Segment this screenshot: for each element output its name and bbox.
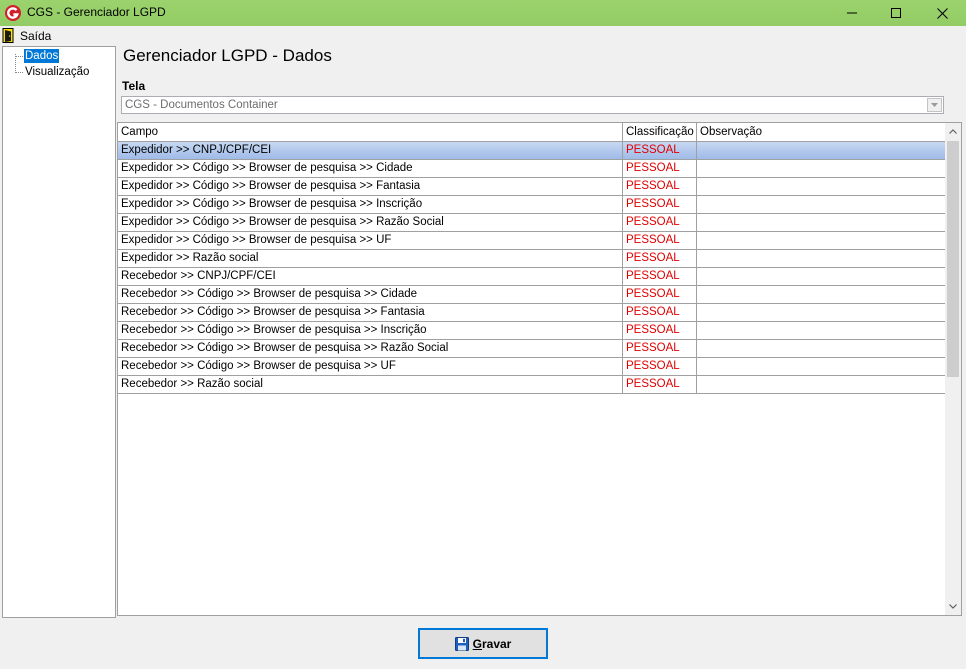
- chevron-down-icon: [931, 103, 938, 107]
- cell-campo[interactable]: Recebedor >> CNPJ/CPF/CEI: [118, 268, 623, 285]
- exit-door-icon: [2, 28, 14, 43]
- page-title: Gerenciador LGPD - Dados: [123, 46, 332, 65]
- app-logo-icon: [5, 5, 21, 21]
- chevron-up-icon: [949, 129, 957, 134]
- table-row[interactable]: Recebedor >> Razão social PESSOAL: [118, 376, 946, 394]
- table-row[interactable]: Expedidor >> Código >> Browser de pesqui…: [118, 214, 946, 232]
- cell-observacao[interactable]: [697, 358, 946, 375]
- window-title: CGS - Gerenciador LGPD: [27, 5, 166, 19]
- scroll-down-button[interactable]: [945, 598, 961, 615]
- cell-observacao[interactable]: [697, 304, 946, 321]
- table-row[interactable]: Recebedor >> Código >> Browser de pesqui…: [118, 304, 946, 322]
- table-row[interactable]: Expedidor >> Código >> Browser de pesqui…: [118, 232, 946, 250]
- cell-observacao[interactable]: [697, 178, 946, 195]
- cell-classificacao[interactable]: PESSOAL: [623, 214, 697, 231]
- table-row[interactable]: Recebedor >> Código >> Browser de pesqui…: [118, 286, 946, 304]
- cell-campo[interactable]: Recebedor >> Código >> Browser de pesqui…: [118, 340, 623, 357]
- tela-select-dropdown-button[interactable]: [927, 98, 942, 112]
- cell-classificacao[interactable]: PESSOAL: [623, 160, 697, 177]
- title-bar[interactable]: CGS - Gerenciador LGPD: [0, 0, 966, 26]
- tree-connector: [15, 56, 23, 57]
- cell-observacao[interactable]: [697, 142, 946, 159]
- table-row[interactable]: Expedidor >> Código >> Browser de pesqui…: [118, 196, 946, 214]
- cell-observacao[interactable]: [697, 232, 946, 249]
- table-row[interactable]: Expedidor >> CNPJ/CPF/CEI PESSOAL: [118, 142, 946, 160]
- cell-campo[interactable]: Expedidor >> CNPJ/CPF/CEI: [118, 142, 623, 159]
- cell-classificacao[interactable]: PESSOAL: [623, 286, 697, 303]
- column-header-classificacao[interactable]: Classificação: [623, 123, 697, 141]
- cell-campo[interactable]: Recebedor >> Código >> Browser de pesqui…: [118, 358, 623, 375]
- cell-observacao[interactable]: [697, 340, 946, 357]
- scroll-up-button[interactable]: [945, 123, 961, 140]
- column-header-observacao[interactable]: Observação: [697, 123, 946, 141]
- table-row[interactable]: Recebedor >> Código >> Browser de pesqui…: [118, 322, 946, 340]
- table-row[interactable]: Expedidor >> Código >> Browser de pesqui…: [118, 160, 946, 178]
- column-header-campo[interactable]: Campo: [118, 123, 623, 141]
- cell-classificacao[interactable]: PESSOAL: [623, 250, 697, 267]
- data-grid[interactable]: Campo Classificação Observação Expedidor…: [117, 122, 962, 616]
- maximize-button[interactable]: [873, 0, 919, 26]
- grid-header: Campo Classificação Observação: [118, 123, 946, 142]
- tree-item-dados[interactable]: Dados: [22, 48, 61, 64]
- maximize-icon: [891, 8, 901, 18]
- cell-campo[interactable]: Expedidor >> Código >> Browser de pesqui…: [118, 160, 623, 177]
- table-row[interactable]: Expedidor >> Razão social PESSOAL: [118, 250, 946, 268]
- gravar-button[interactable]: Gravar: [418, 628, 548, 659]
- menu-item-saida[interactable]: Saída: [2, 27, 51, 44]
- cell-classificacao[interactable]: PESSOAL: [623, 358, 697, 375]
- cell-observacao[interactable]: [697, 196, 946, 213]
- cell-classificacao[interactable]: PESSOAL: [623, 340, 697, 357]
- cell-observacao[interactable]: [697, 160, 946, 177]
- cell-campo[interactable]: Expedidor >> Código >> Browser de pesqui…: [118, 232, 623, 249]
- cell-observacao[interactable]: [697, 322, 946, 339]
- table-row[interactable]: Recebedor >> Código >> Browser de pesqui…: [118, 340, 946, 358]
- scroll-thumb[interactable]: [947, 141, 959, 377]
- cell-classificacao[interactable]: PESSOAL: [623, 232, 697, 249]
- tela-select[interactable]: CGS - Documentos Container: [121, 96, 944, 114]
- cell-campo[interactable]: Recebedor >> Código >> Browser de pesqui…: [118, 286, 623, 303]
- close-icon: [936, 7, 948, 19]
- floppy-disk-icon: [454, 636, 469, 651]
- close-button[interactable]: [919, 0, 965, 26]
- cell-observacao[interactable]: [697, 286, 946, 303]
- navigation-tree[interactable]: Dados Visualização: [2, 46, 116, 618]
- cell-campo[interactable]: Expedidor >> Código >> Browser de pesqui…: [118, 196, 623, 213]
- chevron-down-icon: [949, 604, 957, 609]
- grid-vertical-scrollbar[interactable]: [945, 123, 961, 615]
- tree-connector: [15, 72, 23, 73]
- cell-campo[interactable]: Expedidor >> Código >> Browser de pesqui…: [118, 214, 623, 231]
- cell-campo[interactable]: Recebedor >> Código >> Browser de pesqui…: [118, 322, 623, 339]
- cell-observacao[interactable]: [697, 268, 946, 285]
- cell-classificacao[interactable]: PESSOAL: [623, 304, 697, 321]
- gravar-button-label: Gravar: [472, 636, 512, 651]
- cell-classificacao[interactable]: PESSOAL: [623, 196, 697, 213]
- cell-classificacao[interactable]: PESSOAL: [623, 322, 697, 339]
- cell-campo[interactable]: Recebedor >> Razão social: [118, 376, 623, 393]
- tela-label: Tela: [122, 79, 146, 93]
- table-row[interactable]: Recebedor >> Código >> Browser de pesqui…: [118, 358, 946, 376]
- tela-select-value: CGS - Documentos Container: [125, 99, 278, 111]
- menu-item-label: Saída: [20, 28, 52, 43]
- minimize-icon: [847, 12, 857, 14]
- cell-classificacao[interactable]: PESSOAL: [623, 178, 697, 195]
- table-row[interactable]: Expedidor >> Código >> Browser de pesqui…: [118, 178, 946, 196]
- cell-observacao[interactable]: [697, 214, 946, 231]
- menu-bar: Saída: [0, 26, 966, 45]
- cell-classificacao[interactable]: PESSOAL: [623, 142, 697, 159]
- cell-campo[interactable]: Expedidor >> Código >> Browser de pesqui…: [118, 178, 623, 195]
- cell-campo[interactable]: Recebedor >> Código >> Browser de pesqui…: [118, 304, 623, 321]
- cell-classificacao[interactable]: PESSOAL: [623, 268, 697, 285]
- cell-observacao[interactable]: [697, 250, 946, 267]
- cell-campo[interactable]: Expedidor >> Razão social: [118, 250, 623, 267]
- cell-observacao[interactable]: [697, 376, 946, 393]
- minimize-button[interactable]: [829, 0, 875, 26]
- tree-item-visualizacao[interactable]: Visualização: [24, 65, 90, 79]
- table-row[interactable]: Recebedor >> CNPJ/CPF/CEI PESSOAL: [118, 268, 946, 286]
- cell-classificacao[interactable]: PESSOAL: [623, 376, 697, 393]
